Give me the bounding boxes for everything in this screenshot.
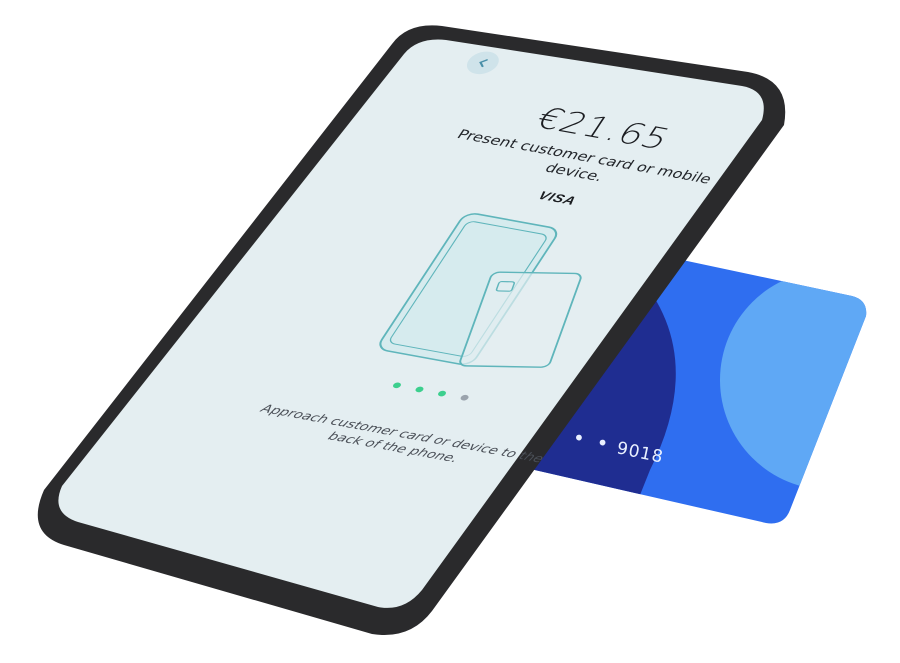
payment-screen-content: €21.65 Present customer card or mobile d… (188, 38, 814, 530)
tap-to-pay-illustration (379, 213, 582, 368)
pager-dot-active (413, 385, 425, 393)
pager-dot-active (391, 381, 402, 389)
pager-dot-inactive (458, 394, 470, 401)
back-button[interactable] (461, 49, 505, 77)
pager-dot-active (436, 390, 447, 397)
chevron-left-icon (479, 59, 488, 68)
payment-screen: €21.65 Present customer card or mobile d… (0, 0, 900, 663)
approach-hint: Approach customer card or device to the … (258, 401, 547, 466)
nfc-payment-scene: • • • 9018 €21.65 Present customer card … (0, 0, 900, 663)
